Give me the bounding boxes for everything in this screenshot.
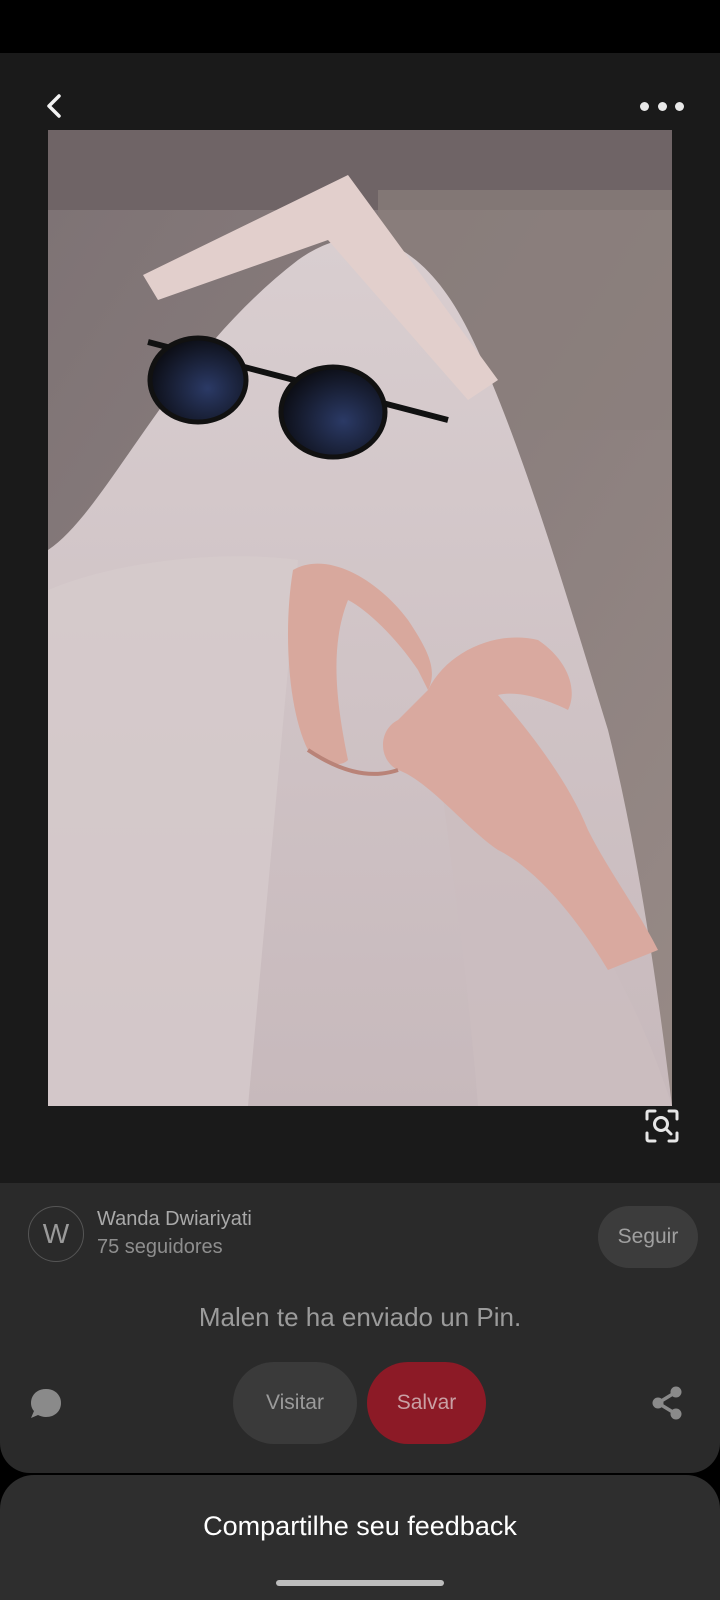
visual-search-button[interactable] [644,1108,680,1144]
comment-icon [31,1389,61,1418]
feedback-label[interactable]: Compartilhe seu feedback [0,1511,720,1542]
back-button[interactable] [36,88,72,124]
visit-button[interactable]: Visitar [233,1362,357,1444]
avatar[interactable]: W [28,1206,84,1262]
pin-image[interactable] [48,130,672,1106]
home-indicator[interactable] [276,1580,444,1586]
author-name[interactable]: Wanda Dwiariyati [97,1208,252,1231]
ghost-photo-illustration [48,130,672,1106]
shared-pin-message: Malen te ha enviado un Pin. [198,1302,522,1332]
save-button[interactable]: Salvar [367,1362,486,1444]
follow-button[interactable]: Seguir [598,1206,698,1268]
comment-button[interactable] [26,1384,66,1424]
visual-search-icon [645,1109,679,1143]
more-options-button[interactable] [640,92,684,120]
status-bar [0,0,720,53]
share-button[interactable] [648,1384,686,1422]
author-followers: 75 seguidores [97,1236,223,1258]
share-icon [652,1386,682,1420]
chevron-left-icon [47,94,61,118]
more-horizontal-icon [640,101,649,111]
